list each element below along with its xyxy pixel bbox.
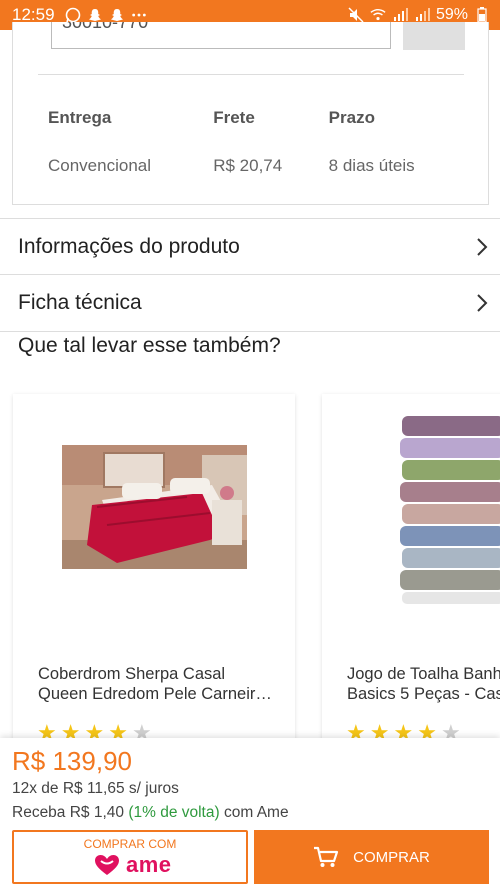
product-name[interactable]: Coberdrom Sherpa Casal Queen Edredom Pel… — [38, 664, 278, 704]
cashback-percent: (1% de volta) — [128, 804, 220, 821]
notification-icons — [65, 7, 147, 23]
purchase-bar: R$ 139,90 12x de R$ 11,65 s/ juros Receb… — [0, 738, 500, 889]
snapchat-icon — [109, 7, 125, 23]
signal-icon — [414, 7, 430, 23]
ame-button-label: COMPRAR COM — [83, 837, 177, 851]
signal-icon — [392, 7, 408, 23]
whatsapp-icon — [65, 7, 81, 23]
heart-icon — [95, 855, 119, 875]
product-info-row[interactable]: Informações do produto — [0, 218, 500, 274]
section-title: Que tal levar esse também? — [18, 334, 281, 357]
cep-value: 30010-770 — [62, 22, 149, 32]
delivery-time: 8 dias úteis — [328, 156, 415, 175]
ame-logo: ame — [94, 852, 172, 878]
shipping-table-header: Entrega Frete Prazo — [48, 108, 468, 128]
table-row: Convencional R$ 20,74 8 dias úteis — [48, 156, 468, 176]
mute-icon — [348, 7, 364, 23]
cart-icon — [314, 846, 339, 867]
product-name-line: Coberdrom Sherpa Casal — [38, 665, 226, 683]
chevron-right-icon — [474, 292, 490, 314]
cashback-prefix: Receba R$ 1,40 — [12, 804, 129, 821]
product-name[interactable]: Jogo de Toalha Banho Basics 5 Peças - Ca… — [347, 664, 500, 704]
shipping-cost: R$ 20,74 — [213, 156, 283, 175]
snapchat-icon — [87, 7, 103, 23]
more-dots-icon — [131, 7, 147, 23]
buy-button[interactable]: COMPRAR — [254, 830, 489, 884]
technical-sheet-label: Ficha técnica — [18, 291, 142, 314]
divider — [38, 74, 464, 75]
battery-icon — [474, 7, 490, 23]
product-name-line: Basics 5 Peças - Casa — [347, 685, 500, 703]
cashback-text: Receba R$ 1,40 (1% de volta) com Ame — [12, 804, 289, 822]
ame-wordmark: ame — [126, 852, 172, 877]
product-image[interactable] — [62, 445, 247, 569]
installments-text: 12x de R$ 11,65 s/ juros — [12, 780, 179, 797]
product-card[interactable]: Coberdrom Sherpa Casal Queen Edredom Pel… — [13, 394, 295, 754]
product-card[interactable]: Jogo de Toalha Banho Basics 5 Peças - Ca… — [322, 394, 500, 754]
product-info-label: Informações do produto — [18, 234, 240, 258]
column-header: Frete — [213, 108, 255, 127]
technical-sheet-row[interactable]: Ficha técnica — [0, 274, 500, 332]
buy-button-label: COMPRAR — [353, 848, 430, 866]
column-header: Prazo — [328, 108, 375, 127]
wifi-icon — [370, 7, 386, 23]
shipping-card: 30010-770 Entrega Frete Prazo Convencion… — [12, 22, 489, 205]
calculate-shipping-button[interactable] — [403, 22, 465, 50]
product-name-line: Queen Edredom Pele Carneir… — [38, 685, 272, 703]
product-image[interactable] — [394, 410, 500, 604]
buy-with-ame-button[interactable]: COMPRAR COM ame — [12, 830, 248, 884]
column-header: Entrega — [48, 108, 112, 127]
cashback-suffix: com Ame — [219, 804, 289, 821]
delivery-type: Convencional — [48, 156, 152, 175]
cep-input[interactable]: 30010-770 — [51, 22, 391, 49]
product-price: R$ 139,90 — [12, 746, 132, 776]
chevron-right-icon — [474, 236, 490, 258]
product-name-line: Jogo de Toalha Banho — [347, 665, 500, 683]
